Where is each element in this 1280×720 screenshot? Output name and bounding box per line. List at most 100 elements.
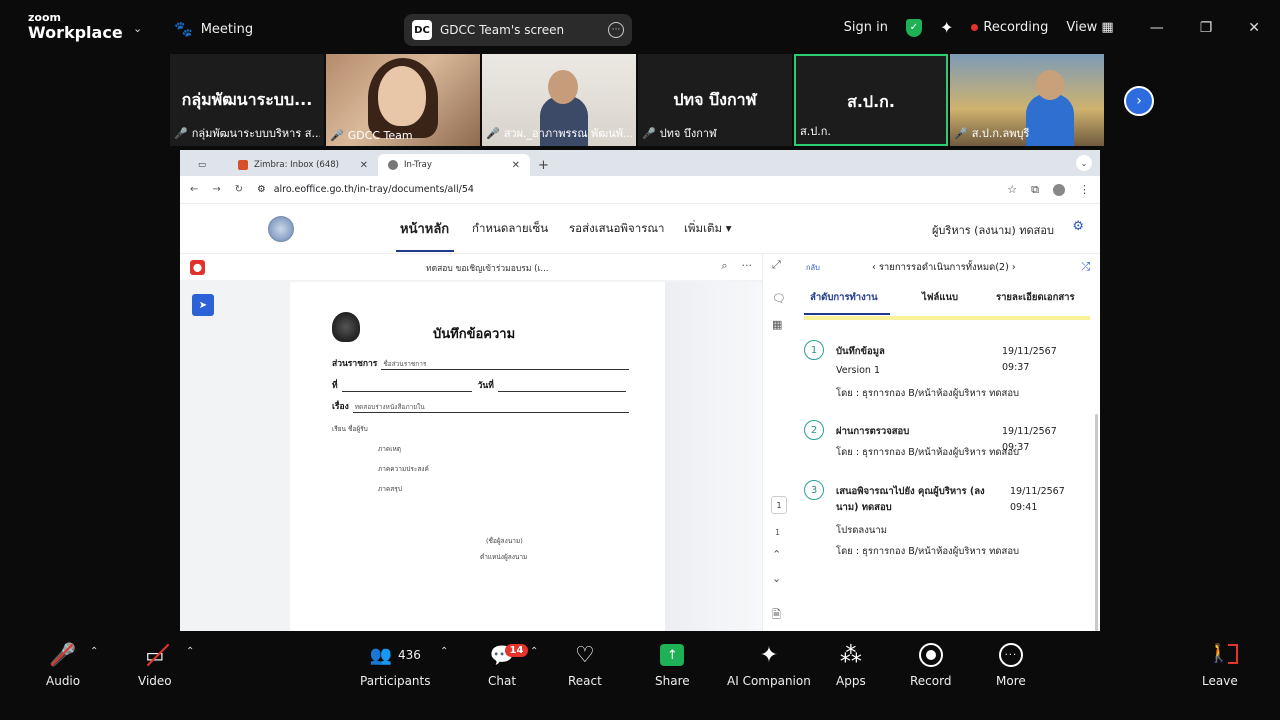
pointer-tool-icon[interactable]: ➤ — [192, 294, 214, 316]
bookmark-star-icon[interactable]: ☆ — [1007, 183, 1017, 196]
minimize-icon[interactable]: — — [1150, 20, 1164, 36]
record-button[interactable]: Record — [910, 640, 951, 688]
apps-button[interactable]: ⁂ Apps — [836, 640, 866, 689]
current-user-name[interactable]: ผู้บริหาร (ลงนาม) ทดสอบ — [932, 221, 1054, 239]
chevron-down-icon[interactable]: ⌄ — [1076, 155, 1092, 171]
zoom-brand[interactable]: zoom Workplace — [28, 12, 123, 41]
browser-menu-icon[interactable]: ⋮ — [1079, 183, 1090, 196]
chevron-up-icon[interactable]: ⌃ — [186, 646, 194, 657]
recording-indicator[interactable]: Recording — [971, 20, 1048, 35]
nav-more[interactable]: เพิ่มเติม ▾ — [684, 220, 732, 238]
more-options-icon[interactable]: ··· — [608, 22, 624, 38]
chevron-up-icon[interactable]: ⌃ — [772, 548, 781, 561]
leave-button[interactable]: 🚶 Leave — [1202, 640, 1238, 688]
dept-row: ส่วนราชการ ชื่อส่วนราชการ — [332, 356, 630, 370]
view-button[interactable]: View ▦ — [1066, 20, 1113, 35]
close-icon[interactable]: ✕ — [1248, 20, 1260, 36]
ref-label: ที่ — [332, 381, 338, 391]
alro-logo[interactable] — [268, 216, 294, 242]
share-button[interactable]: ↑ Share — [655, 640, 690, 688]
participant-tile[interactable]: กลุ่มพัฒนาระบบ... 🎤 กลุ่มพัฒนาระบบบริหาร … — [170, 54, 324, 146]
panel-scrollbar[interactable] — [1095, 414, 1098, 631]
thumbnails-icon[interactable]: ▦ — [772, 318, 782, 331]
paragraph-2: ภาคความประสงค์ — [378, 465, 429, 473]
chevron-down-icon[interactable]: ⌄ — [133, 22, 142, 35]
document-page: บันทึกข้อความ ส่วนราชการ ชื่อส่วนราชการ … — [290, 282, 665, 631]
tab-zimbra[interactable]: Zimbra: Inbox (648) ✕ — [228, 154, 378, 176]
meeting-menu[interactable]: 🐾 Meeting — [174, 20, 253, 38]
page-total: 1 — [775, 528, 781, 537]
extensions-icon[interactable]: ⧉ — [1031, 183, 1039, 197]
chevron-down-icon[interactable]: ⌄ — [772, 572, 781, 585]
participant-tile[interactable]: 🎤 GDCC Team — [326, 54, 480, 146]
tab-document-details[interactable]: รายละเอียดเอกสาร — [996, 290, 1075, 305]
profile-avatar[interactable] — [1053, 183, 1065, 196]
search-icon[interactable]: ⌕ — [721, 259, 727, 273]
participant-tile[interactable]: ปทจ บึงกาฬ 🎤 ปทจ บึงกาฬ — [638, 54, 792, 146]
tab-intray[interactable]: In-Tray ✕ — [378, 154, 530, 176]
participant-tile[interactable]: 🎤 ส.ป.ก.ลพบุรี — [950, 54, 1104, 146]
tab-group-icon[interactable]: ▭ — [188, 154, 228, 176]
subject-row: เรื่อง ทดสอบร่างหนังสือภายใน — [332, 399, 629, 413]
page-current[interactable]: 1 — [771, 496, 787, 514]
back-arrow-icon[interactable]: ← — [190, 184, 198, 195]
participants-button[interactable]: 👥 436 Participants — [360, 640, 431, 689]
restore-icon[interactable]: ❐ — [1200, 20, 1213, 36]
chevron-up-icon[interactable]: ⌃ — [90, 646, 98, 657]
close-tab-icon[interactable]: ✕ — [360, 160, 368, 171]
chevron-up-icon[interactable]: ⌃ — [440, 646, 448, 657]
tab-zimbra-label: Zimbra: Inbox (648) — [254, 160, 339, 170]
participant-caption: ส.ป.ก. — [800, 122, 942, 140]
more-button[interactable]: ··· More — [996, 640, 1026, 688]
audio-button[interactable]: 🎤 Audio — [46, 640, 80, 689]
nav-signature[interactable]: กำหนดลายเซ็น — [472, 220, 548, 238]
tab-workflow[interactable]: ลำดับการทำงาน — [810, 290, 878, 305]
participants-label: Participants — [360, 674, 431, 688]
participant-tile-active[interactable]: ส.ป.ก. ส.ป.ก. — [794, 54, 948, 146]
pdf-icon: ⬤ — [190, 259, 205, 275]
viewer-toolbar: ⬤ ทดสอบ ขอเชิญเข้าร่วมอบรม (เ... ⌕ ··· — [180, 254, 762, 280]
leave-icon: 🚶 — [1208, 640, 1238, 670]
close-tab-icon[interactable]: ✕ — [512, 160, 520, 171]
more-options-icon[interactable]: ··· — [742, 259, 753, 273]
ref-value — [341, 381, 472, 392]
viewer-margin-shade — [665, 282, 762, 631]
tab-attachments[interactable]: ไฟล์แนบ — [922, 290, 958, 305]
comment-icon[interactable]: 🗨 — [772, 292, 786, 305]
pending-list-title[interactable]: ‹ รายการรอดำเนินการทั้งหมด(2) › — [872, 260, 1016, 275]
top-right-controls: Sign in ✓ ✦ Recording View ▦ — ❐ ✕ — [844, 18, 1260, 37]
video-button[interactable]: ▭ Video — [138, 640, 172, 688]
next-page-arrow-icon[interactable]: › — [1124, 86, 1154, 116]
step-number: 2 — [804, 420, 824, 440]
react-button[interactable]: ♡ React — [568, 640, 602, 689]
document-icon[interactable]: 🗎 — [772, 606, 781, 625]
nav-pending[interactable]: รอส่งเสนอพิจารณา — [569, 220, 665, 238]
forward-arrow-icon[interactable]: → — [212, 184, 220, 195]
new-tab-icon[interactable]: + — [530, 154, 557, 176]
url-field[interactable]: ⚙ alro.eoffice.go.th/in-tray/documents/a… — [257, 184, 993, 195]
shared-screen-pill[interactable]: DC GDCC Team's screen ··· — [404, 14, 632, 46]
nav-active-underline — [396, 250, 454, 252]
site-settings-icon[interactable]: ⚙ — [257, 184, 266, 195]
participant-tile[interactable]: 🎤 สวผ._อาภาพรรณ พัฒนพั... — [482, 54, 636, 146]
panel-header: กลับ ‹ รายการรอดำเนินการทั้งหมด(2) › ⤮ — [794, 254, 1100, 280]
reload-icon[interactable]: ↻ — [235, 184, 243, 195]
top-bar: zoom Workplace ⌄ 🐾 Meeting DC GDCC Team'… — [0, 0, 1280, 56]
date-value — [497, 381, 626, 392]
gear-icon[interactable]: ⚙ — [1072, 219, 1084, 234]
chat-button[interactable]: 💬 14 Chat — [488, 640, 529, 688]
expand-icon[interactable]: ⤢ — [772, 258, 781, 272]
recording-dot-icon — [971, 24, 979, 31]
sparkle-icon[interactable]: ✦ — [940, 18, 953, 37]
share-arrow-icon: ↑ — [660, 640, 685, 670]
shield-check-icon[interactable]: ✓ — [905, 18, 922, 37]
grid-icon: ▦ — [1101, 20, 1114, 35]
sign-in-button[interactable]: Sign in — [844, 20, 888, 35]
apps-icon: ⁂ — [839, 642, 862, 668]
chevron-up-icon[interactable]: ⌃ — [530, 646, 538, 657]
ai-companion-button[interactable]: ✦ AI Companion — [727, 640, 811, 689]
back-link[interactable]: กลับ — [806, 262, 820, 274]
shuffle-icon[interactable]: ⤮ — [1081, 260, 1090, 274]
browser-tab-bar: ▭ Zimbra: Inbox (648) ✕ In-Tray ✕ + ⌄ — [180, 150, 1100, 176]
nav-home[interactable]: หน้าหลัก — [400, 218, 449, 239]
